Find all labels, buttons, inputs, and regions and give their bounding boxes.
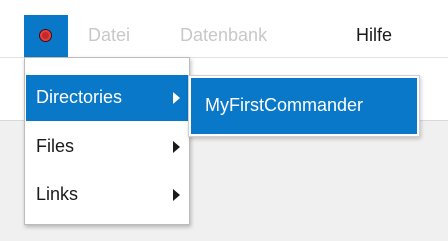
app-circle-icon bbox=[40, 30, 51, 41]
menu-item-label: Directories bbox=[36, 87, 123, 107]
menu-bar: Datei Datenbank Hilfe bbox=[0, 0, 448, 58]
submenu-item-label: MyFirstCommander bbox=[205, 95, 364, 115]
menu-item-label: Files bbox=[36, 136, 75, 156]
menu-hilfe[interactable]: Hilfe bbox=[356, 22, 392, 48]
submenu-item-myfirstcommander[interactable]: MyFirstCommander bbox=[191, 78, 417, 134]
menu-item-links[interactable]: Links bbox=[26, 172, 188, 218]
menu-item-label: Links bbox=[36, 184, 79, 204]
menu-datei: Datei bbox=[88, 25, 131, 45]
directories-submenu: MyFirstCommander bbox=[188, 75, 420, 137]
submenu-arrow-icon bbox=[173, 141, 180, 153]
menu-item-directories[interactable]: Directories bbox=[26, 75, 188, 121]
submenu-arrow-icon bbox=[173, 92, 180, 104]
app-menu-button[interactable] bbox=[24, 15, 68, 57]
menu-datenbank: Datenbank bbox=[180, 25, 268, 45]
menu-item-files[interactable]: Files bbox=[26, 124, 188, 170]
app-dropdown-menu: Directories Files Links bbox=[24, 57, 190, 225]
submenu-arrow-icon bbox=[173, 189, 180, 201]
